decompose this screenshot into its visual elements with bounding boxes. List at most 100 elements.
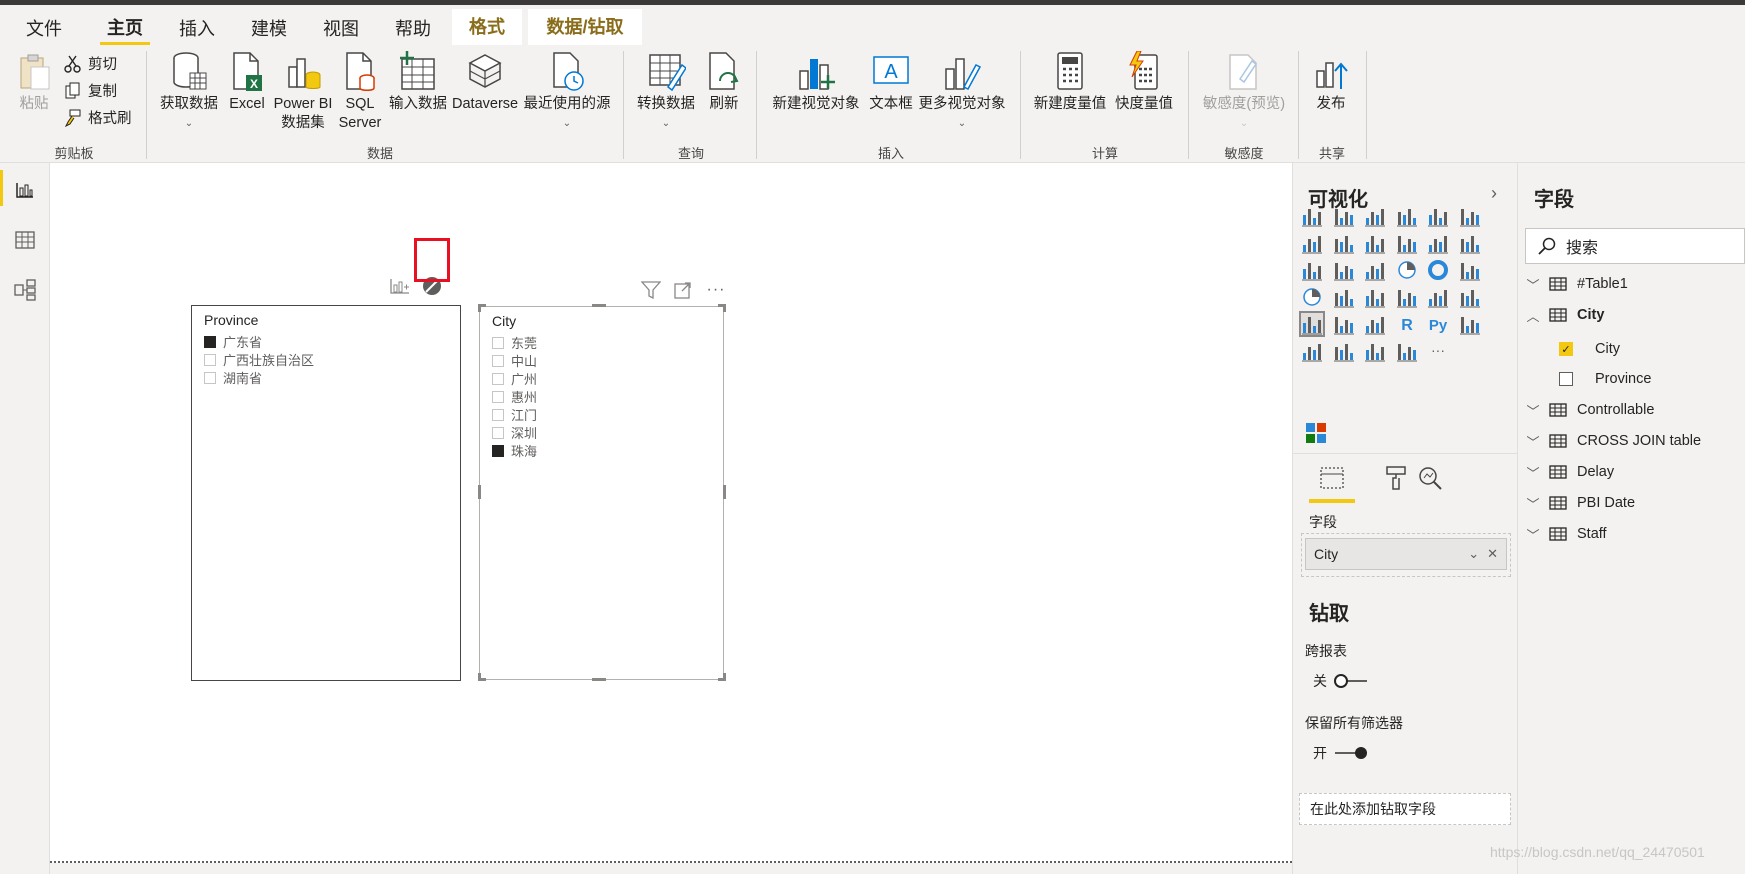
chevron-down-icon[interactable]: ﹀ [1517,275,1549,294]
checkbox-checked[interactable] [492,444,504,457]
tab-modeling[interactable]: 建模 [246,13,292,45]
refresh-button[interactable]: 刷新 [704,51,744,114]
tab-help[interactable]: 帮助 [390,13,436,45]
matrix-icon[interactable] [1364,313,1386,335]
chevron-down-icon[interactable]: ﹀ [1517,432,1549,451]
close-icon[interactable]: ✕ [1487,546,1498,562]
slicer-item[interactable]: 广东省 [204,332,262,351]
province-slicer[interactable]: Province 广东省 广西壮族自治区 湖南省 [191,305,461,681]
data-view-icon[interactable] [12,227,38,253]
format-painter-button[interactable]: 格式刷 [64,107,132,128]
area-chart-icon[interactable] [1333,232,1355,254]
field-table-row[interactable]: ﹀ Controllable [1517,396,1745,424]
tab-view[interactable]: 视图 [318,13,364,45]
resize-handle[interactable] [478,485,481,499]
cut-button[interactable]: 剪切 [64,53,117,74]
checkbox[interactable] [492,372,504,385]
report-canvas[interactable]: Province 广东省 广西壮族自治区 湖南省 City 东莞 中山 广州 惠… [50,163,1292,863]
get-data-button[interactable]: 获取数据 ⌄ [156,51,222,133]
analytics-tab-icon[interactable] [1417,465,1443,491]
line-chart-icon[interactable] [1301,232,1323,254]
format-tab-icon[interactable] [1383,465,1409,491]
publish-button[interactable]: 发布 [1306,51,1356,114]
tab-insert[interactable]: 插入 [174,13,220,45]
funnel-icon[interactable] [1333,259,1355,281]
new-visual-button[interactable]: 新建视觉对象 [766,51,866,114]
sql-server-button[interactable]: SQL Server [338,51,382,133]
slicer-item[interactable]: 深圳 [492,423,537,442]
line-clustered-icon[interactable] [1427,232,1449,254]
tab-file[interactable]: 文件 [18,13,70,45]
checkbox-checked[interactable] [204,335,216,348]
chevron-down-icon[interactable]: ﹀ [1517,463,1549,482]
custom-visual-icon[interactable] [1305,422,1327,444]
checkbox[interactable] [1559,372,1573,386]
scatter-icon[interactable] [1364,259,1386,281]
slicer-item[interactable]: 江门 [492,405,537,424]
paste-button[interactable]: 粘贴 [14,53,54,114]
excel-button[interactable]: X Excel [226,51,268,114]
slicer-icon[interactable] [1299,311,1325,337]
model-view-icon[interactable] [12,277,38,303]
power-apps-icon[interactable] [1396,340,1418,362]
stacked-area-icon[interactable] [1364,232,1386,254]
checkbox[interactable] [492,390,504,403]
recent-sources-button[interactable]: 最近使用的源 ⌄ [520,51,614,133]
slicer-item[interactable]: 珠海 [492,441,537,460]
chevron-up-icon[interactable]: ︿ [1517,306,1549,325]
chevron-down-icon[interactable]: ⌄ [1468,546,1479,562]
new-measure-button[interactable]: 新建度量值 [1030,51,1110,114]
focus-mode-icon[interactable] [672,279,694,301]
slicer-item[interactable]: 惠州 [492,387,537,406]
checkbox[interactable] [492,426,504,439]
collapse-icon[interactable]: › [1491,183,1497,204]
tab-format[interactable]: 格式 [452,9,522,45]
python-visual-icon[interactable]: Py [1427,313,1449,335]
waterfall-icon[interactable] [1301,259,1323,281]
treemap-icon[interactable] [1459,259,1481,281]
qa-icon[interactable] [1333,340,1355,362]
kpi-icon[interactable] [1459,286,1481,308]
slicer-item[interactable]: 广西壮族自治区 [204,350,314,369]
100-column-icon[interactable] [1459,205,1481,227]
decomposition-tree-icon[interactable] [1301,340,1323,362]
more-options-icon[interactable]: ··· [704,279,728,301]
resize-handle[interactable] [478,304,481,312]
slicer-item[interactable]: 广州 [492,369,537,388]
transform-data-button[interactable]: 转换数据 ⌄ [632,51,700,133]
smart-narrative-icon[interactable] [1364,340,1386,362]
chevron-down-icon[interactable]: ﹀ [1517,401,1549,420]
slicer-item[interactable]: 中山 [492,351,537,370]
field-row[interactable]: Province [1517,365,1745,393]
field-row[interactable]: ✓ City [1517,335,1745,363]
resize-handle[interactable] [592,678,606,681]
resize-handle[interactable] [478,673,481,681]
textbox-button[interactable]: A 文本框 [866,51,916,114]
checkbox[interactable] [492,354,504,367]
chevron-down-icon[interactable]: ﹀ [1517,525,1549,544]
slicer-item[interactable]: 湖南省 [204,368,262,387]
clustered-column-icon[interactable] [1396,205,1418,227]
report-view-icon[interactable] [12,177,38,203]
field-well-item[interactable]: City ⌄ ✕ [1305,538,1507,570]
filter-icon[interactable] [640,279,662,301]
chevron-down-icon[interactable]: ﹀ [1517,494,1549,513]
field-table-row[interactable]: ︿ City [1517,301,1745,329]
gauge-icon[interactable] [1364,286,1386,308]
city-slicer[interactable]: City 东莞 中山 广州 惠州 江门 深圳 珠海 [479,306,724,680]
tab-home[interactable]: 主页 [100,13,150,45]
field-table-row[interactable]: ﹀ Staff [1517,520,1745,548]
pie-chart-icon[interactable] [1396,259,1418,281]
donut-chart-icon[interactable] [1427,259,1449,281]
quick-measure-button[interactable]: 快度量值 [1110,51,1178,114]
tab-data-drill[interactable]: 数据/钻取 [528,9,642,45]
fields-tab-icon[interactable] [1319,465,1345,491]
keep-filters-toggle[interactable]: 开 [1313,743,1369,763]
filled-map-icon[interactable] [1333,286,1355,308]
field-table-row[interactable]: ﹀ PBI Date [1517,489,1745,517]
stacked-bar-icon[interactable] [1301,205,1323,227]
drill-chart-icon[interactable] [387,275,413,297]
field-table-row[interactable]: ﹀ CROSS JOIN table [1517,427,1745,455]
checkbox[interactable] [204,371,216,384]
enter-data-button[interactable]: 输入数据 [386,51,450,114]
